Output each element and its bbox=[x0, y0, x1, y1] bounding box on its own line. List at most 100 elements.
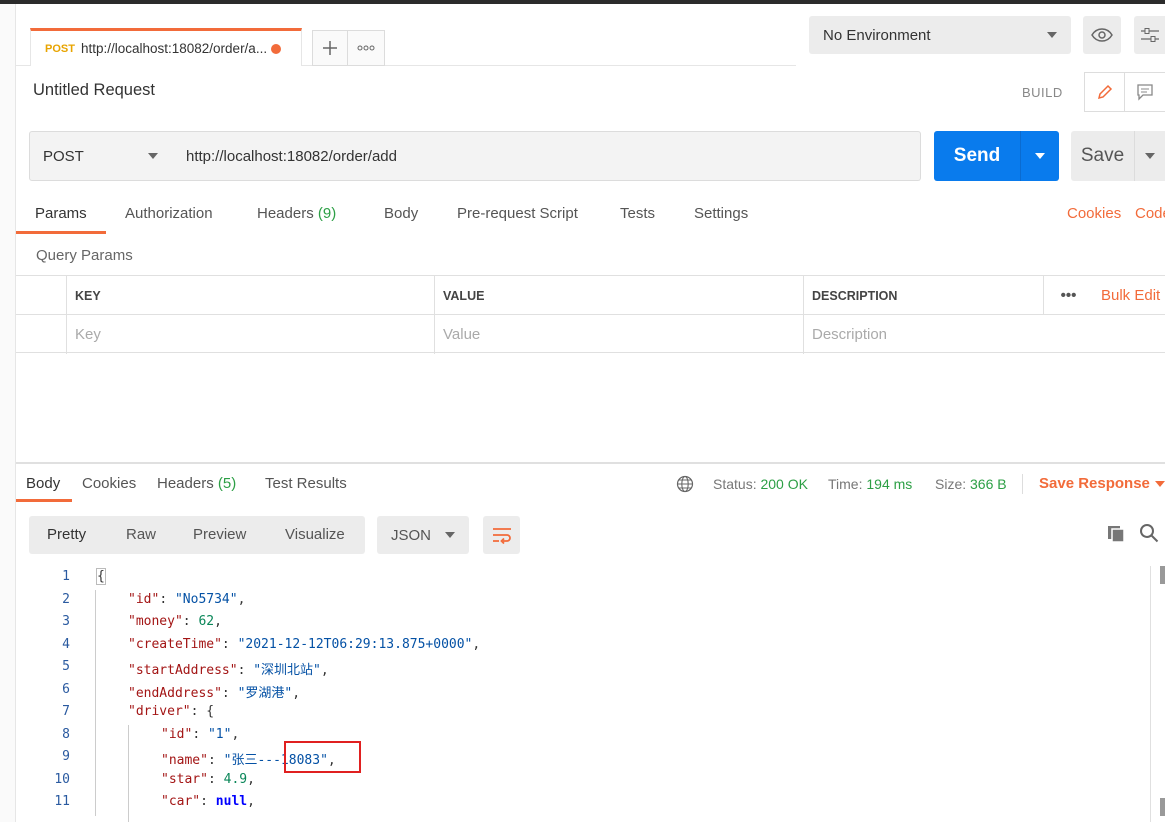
code-line: "driver": { bbox=[128, 704, 215, 719]
response-tab-test-results[interactable]: Test Results bbox=[265, 475, 347, 492]
save-response-button[interactable]: Save Response bbox=[1039, 475, 1150, 492]
left-sidebar-edge bbox=[0, 4, 16, 822]
code-line: "createTime": "2021-12-12T06:29:13.875+0… bbox=[128, 637, 481, 652]
tab-tests[interactable]: Tests bbox=[620, 205, 655, 222]
response-tab-headers[interactable]: Headers (5) bbox=[157, 475, 236, 492]
json-key: "endAddress" bbox=[128, 686, 222, 701]
scrollbar-thumb[interactable] bbox=[1160, 798, 1165, 816]
wrap-lines-button[interactable] bbox=[483, 516, 520, 554]
json-key: "createTime" bbox=[128, 637, 222, 652]
save-button[interactable]: Save bbox=[1071, 131, 1134, 181]
size-label: Size: bbox=[935, 476, 967, 492]
request-section-tabs: Params Authorization Headers (9) Body Pr… bbox=[16, 195, 1165, 235]
tab-method: POST bbox=[45, 42, 75, 55]
format-pretty[interactable]: Pretty bbox=[47, 526, 86, 543]
method-select[interactable]: POST bbox=[29, 131, 173, 181]
request-title[interactable]: Untitled Request bbox=[33, 81, 155, 100]
response-tab-body[interactable]: Body bbox=[26, 475, 60, 492]
chevron-down-icon bbox=[1047, 32, 1057, 38]
sliders-icon bbox=[1140, 28, 1159, 42]
status-value: 200 OK bbox=[760, 476, 808, 492]
line-number: 11 bbox=[54, 794, 70, 809]
line-number: 1 bbox=[62, 569, 70, 584]
more-tabs-icon[interactable] bbox=[347, 30, 385, 66]
code-line: "endAddress": "罗湖港", bbox=[128, 686, 301, 701]
response-tab-headers-label: Headers bbox=[157, 475, 214, 492]
response-tab-cookies[interactable]: Cookies bbox=[82, 475, 136, 492]
request-tab-active[interactable]: POST http://localhost:18082/order/a... bbox=[30, 28, 302, 66]
code-line: "id": "1", bbox=[161, 727, 240, 742]
tab-body[interactable]: Body bbox=[384, 205, 418, 222]
code-link[interactable]: Code bbox=[1135, 205, 1165, 222]
response-body-code[interactable]: 1 { 2 "id": "No5734", 3 "money": 62, 4 "… bbox=[16, 566, 1156, 822]
json-value: "深圳北站" bbox=[253, 663, 321, 678]
status-indicator[interactable]: Status: 200 OK bbox=[713, 476, 808, 492]
json-value: "1" bbox=[207, 727, 232, 742]
globe-icon[interactable] bbox=[676, 475, 694, 498]
status-label: Status: bbox=[713, 476, 757, 492]
line-number: 9 bbox=[62, 749, 70, 764]
eye-icon bbox=[1091, 28, 1113, 42]
value-input[interactable]: Value bbox=[434, 315, 803, 354]
send-button[interactable]: Send bbox=[934, 131, 1020, 181]
pane-divider[interactable] bbox=[16, 462, 1165, 464]
description-input[interactable]: Description bbox=[803, 315, 1165, 354]
json-value: null bbox=[215, 794, 248, 809]
code-line: "money": 62, bbox=[128, 614, 222, 629]
column-options-button[interactable]: ••• bbox=[1043, 276, 1093, 315]
send-options-button[interactable] bbox=[1020, 131, 1059, 181]
tab-url: http://localhost:18082/order/a... bbox=[80, 41, 268, 56]
comments-button[interactable] bbox=[1125, 73, 1165, 111]
active-tab-indicator bbox=[16, 231, 106, 234]
json-key: "money" bbox=[128, 614, 183, 629]
tab-settings[interactable]: Settings bbox=[694, 205, 748, 222]
column-description: DESCRIPTION bbox=[803, 276, 1043, 315]
bulk-edit-link[interactable]: Bulk Edit bbox=[1093, 276, 1165, 315]
save-options-button[interactable] bbox=[1134, 131, 1165, 181]
status-divider bbox=[1022, 474, 1023, 494]
json-key: "startAddress" bbox=[128, 663, 238, 678]
table-row: Key Value Description bbox=[16, 315, 1165, 354]
chevron-down-icon bbox=[1035, 153, 1045, 159]
pencil-icon bbox=[1097, 84, 1112, 100]
size-indicator[interactable]: Size: 366 B bbox=[935, 476, 1007, 492]
json-value: "罗湖港" bbox=[237, 686, 293, 701]
url-input[interactable] bbox=[172, 131, 921, 181]
key-input[interactable]: Key bbox=[66, 315, 434, 354]
language-select[interactable]: JSON bbox=[377, 516, 469, 554]
line-number: 7 bbox=[62, 704, 70, 719]
line-number: 5 bbox=[62, 659, 70, 674]
cookies-link[interactable]: Cookies bbox=[1067, 205, 1121, 222]
response-tab-headers-count: (5) bbox=[217, 475, 237, 492]
tab-prerequest-script[interactable]: Pre-request Script bbox=[457, 205, 578, 222]
new-tab-plus-icon[interactable] bbox=[312, 30, 348, 66]
copy-icon[interactable] bbox=[1106, 524, 1126, 549]
save-response-chevron-down-icon[interactable] bbox=[1155, 481, 1165, 487]
environment-select[interactable]: No Environment bbox=[809, 16, 1071, 54]
format-raw[interactable]: Raw bbox=[126, 526, 156, 543]
code-line: "id": "No5734", bbox=[128, 592, 246, 607]
search-icon[interactable] bbox=[1139, 523, 1159, 548]
tab-headers-label: Headers bbox=[257, 205, 314, 222]
tab-headers[interactable]: Headers (9) bbox=[257, 205, 336, 222]
method-selected: POST bbox=[43, 147, 84, 165]
edit-mode-button[interactable] bbox=[1085, 73, 1126, 111]
manage-environments-button[interactable] bbox=[1134, 16, 1165, 54]
code-line: "car": null, bbox=[161, 794, 255, 809]
column-key: KEY bbox=[66, 276, 434, 315]
size-value: 366 B bbox=[970, 476, 1007, 492]
environment-selected: No Environment bbox=[823, 26, 931, 44]
wrap-lines-icon bbox=[492, 528, 511, 544]
json-key: "id" bbox=[128, 592, 160, 607]
column-value: VALUE bbox=[434, 276, 803, 315]
scrollbar-thumb[interactable] bbox=[1160, 566, 1165, 584]
tab-params[interactable]: Params bbox=[35, 205, 87, 222]
time-indicator[interactable]: Time: 194 ms bbox=[828, 476, 912, 492]
language-selected: JSON bbox=[391, 526, 432, 544]
format-preview[interactable]: Preview bbox=[193, 526, 246, 543]
environment-quick-look-button[interactable] bbox=[1083, 16, 1121, 54]
tab-authorization[interactable]: Authorization bbox=[125, 205, 213, 222]
format-visualize[interactable]: Visualize bbox=[285, 526, 345, 543]
code-line: "star": 4.9, bbox=[161, 772, 255, 787]
line-number: 3 bbox=[62, 614, 70, 629]
